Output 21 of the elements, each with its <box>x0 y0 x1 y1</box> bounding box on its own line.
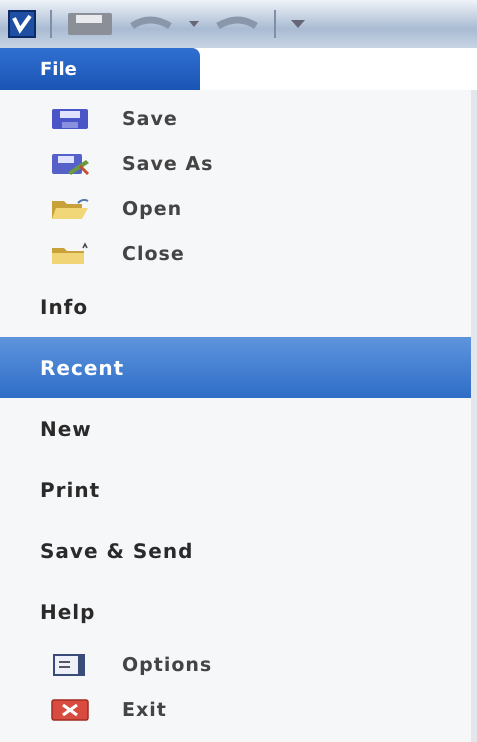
caret-icon[interactable] <box>290 19 306 29</box>
file-tab[interactable]: File <box>0 48 200 90</box>
open-folder-icon <box>50 196 90 220</box>
menu-tab[interactable]: New <box>0 398 471 459</box>
app-logo-icon[interactable] <box>8 10 36 38</box>
floppy-disk-pencil-icon <box>50 152 90 176</box>
folder-icon <box>50 242 90 266</box>
menu-tab[interactable]: Help <box>0 581 471 642</box>
menu-tab[interactable]: Info <box>0 276 471 337</box>
menu-item[interactable]: Open <box>0 186 471 231</box>
close-icon <box>50 698 90 722</box>
menu-item[interactable]: Save As <box>0 141 471 186</box>
menu-tab[interactable]: Print <box>0 459 471 520</box>
menu-item[interactable]: Options <box>0 642 471 687</box>
menu-item[interactable]: Close <box>0 231 471 276</box>
menu-tab[interactable]: Recent <box>0 337 471 398</box>
caret-icon[interactable] <box>188 20 200 28</box>
menu-item[interactable]: Save <box>0 96 471 141</box>
menu-tab[interactable]: Save & Send <box>0 520 471 581</box>
menu-item[interactable]: Exit <box>0 687 471 732</box>
save-icon[interactable] <box>66 11 114 37</box>
